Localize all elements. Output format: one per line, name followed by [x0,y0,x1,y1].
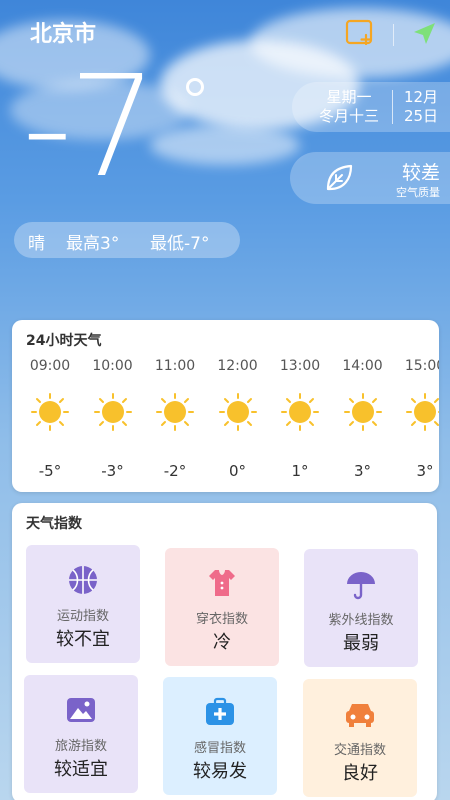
sun-icon [31,393,69,431]
leaf-icon [326,164,353,191]
degree-symbol [186,78,204,96]
basketball-icon [66,563,100,597]
hourly-forecast-card[interactable]: 24小时天气 09:00 -5° 10:00 -3° 11:00 -2° 12:00 0° 13… [12,320,439,492]
hourly-time: 13:00 [279,358,321,374]
hourly-time: 09:00 [29,358,71,374]
sun-icon [343,393,382,431]
sun-icon [93,393,132,431]
air-quality-panel[interactable]: 较差 空气质量 [290,152,450,204]
air-quality-value: 较差 [401,162,440,184]
hourly-item: 11:00 -2° [145,358,205,480]
sun-icon [406,393,439,431]
location-arrow-icon[interactable] [410,20,438,48]
date-panel: 星期一 冬月十三 12月 25日 [292,82,450,132]
hourly-title: 24小时天气 [26,333,102,349]
date-divider [392,90,393,124]
add-city-icon[interactable] [345,18,377,48]
hourly-item: 15:00 3° [395,358,439,480]
umbrella-icon [344,567,378,601]
hourly-item: 12:00 0° [208,358,268,480]
hourly-temp: 0° [228,462,247,480]
mountain-icon [64,693,98,727]
index-value: 较不宜 [56,629,110,650]
index-tile[interactable]: 运动指数 较不宜 [26,545,140,663]
clothes-icon [205,566,239,600]
index-value: 冷 [213,632,231,653]
index-value: 最弱 [343,633,379,654]
hourly-temp: -2° [163,462,187,480]
hourly-item: 14:00 3° [333,358,393,480]
month: 12月 [403,88,439,106]
index-value: 较适宜 [54,759,108,780]
index-name: 感冒指数 [193,741,246,756]
current-temperature: -7 [22,46,158,209]
city-name[interactable]: 北京市 [30,16,96,48]
car-icon [343,697,377,731]
hourly-temp: 3° [353,462,372,480]
lunar-date: 冬月十三 [318,107,379,125]
index-tile[interactable]: 感冒指数 较易发 [163,677,277,795]
index-name: 穿衣指数 [195,612,248,627]
index-name: 交通指数 [333,743,386,758]
sun-icon [156,393,194,431]
hourly-time: 15:00 [404,358,439,374]
index-tile[interactable]: 穿衣指数冷 [165,548,279,666]
hourly-item: 13:00 1° [270,358,330,480]
index-value: 较易发 [193,761,247,782]
index-name: 旅游指数 [54,739,107,754]
hourly-item: 09:00 -5° [20,358,80,480]
today-summary: 晴 最高3° 最低-7° [14,222,240,258]
cloud-decoration [150,125,300,165]
top-bar: 北京市 [0,14,450,50]
condition: 晴 [28,234,45,254]
air-quality-label: 空气质量 [396,186,440,199]
hourly-temp: 1° [291,462,309,480]
index-tile[interactable]: 紫外线指数 最弱 [304,549,418,667]
index-name: 紫外线指数 [328,613,394,628]
index-value: 良好 [342,763,378,784]
index-tile[interactable]: 旅游指数 较适宜 [24,675,138,793]
day: 25日 [403,107,439,125]
hourly-temp: -5° [38,462,62,480]
sun-icon [218,393,257,431]
hourly-temp: -3° [101,462,124,480]
weekday: 星期一 [326,88,372,106]
index-title: 天气指数 [26,516,82,532]
hourly-temp: 3° [416,462,434,480]
toolbar-divider [393,24,394,46]
sun-icon [281,393,319,431]
weather-index-card: 天气指数 运动指数 较不宜 穿衣指数冷紫外线指数 最弱 旅游指数 较适宜 感冒指数 较易发 交通… [12,503,437,800]
hourly-time: 12:00 [217,358,258,374]
low-temp: 最低-7° [150,234,210,254]
hourly-time: 10:00 [92,358,133,374]
index-name: 运动指数 [56,609,109,624]
hourly-item: 10:00 -3° [83,358,143,480]
medkit-icon [203,695,237,729]
index-tile[interactable]: 交通指数 良好 [303,679,417,797]
hourly-time: 11:00 [154,358,196,374]
hourly-time: 14:00 [342,358,383,374]
high-temp: 最高3° [66,234,120,254]
